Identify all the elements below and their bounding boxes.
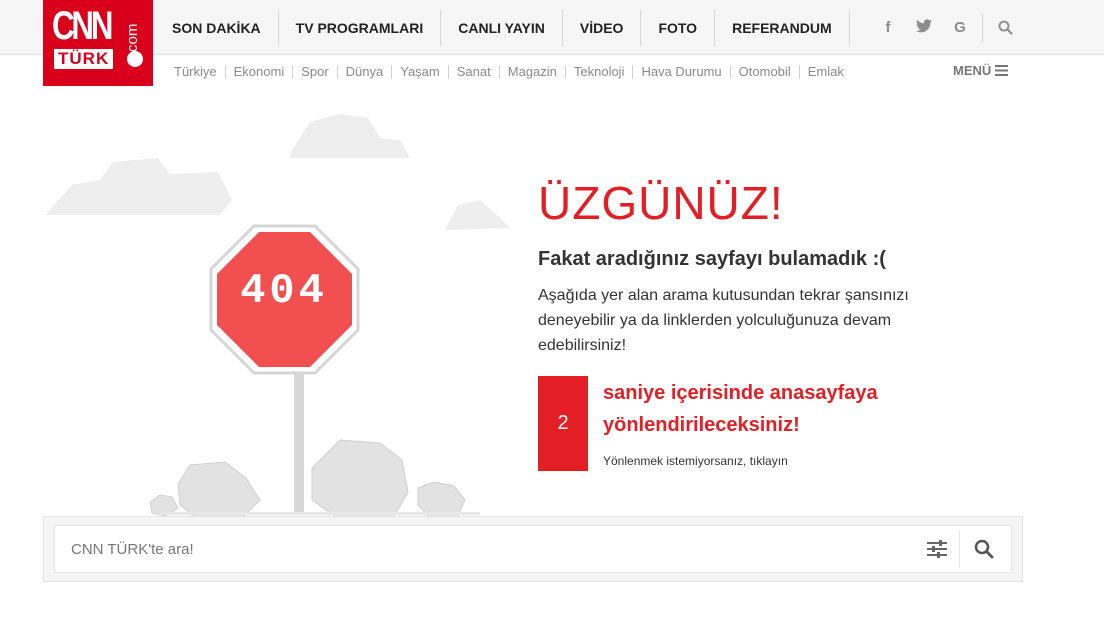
cnn-turk-logo[interactable]: CNN com TÜRK (43, 0, 153, 86)
redirect-text: saniye içerisinde anasayfaya yönlendiril… (603, 382, 878, 436)
search-divider (959, 530, 960, 568)
facebook-icon[interactable]: f (870, 19, 906, 36)
search-panel (43, 516, 1023, 582)
nav-item-foto[interactable]: FOTO (641, 9, 716, 46)
nav-item-video[interactable]: VİDEO (563, 9, 642, 46)
sliders-icon (927, 540, 947, 558)
logo-cnn-text: CNN (52, 4, 113, 48)
hamburger-icon (995, 65, 1009, 76)
social-divider (982, 12, 983, 43)
menu-button[interactable]: MENÜ (953, 63, 1009, 78)
header-search-icon[interactable] (987, 13, 1023, 43)
countdown-value: 2 (557, 412, 569, 434)
sub-nav-item-ekonomi[interactable]: Ekonomi (226, 65, 294, 79)
menu-label: MENÜ (953, 63, 992, 78)
social-links: f G (870, 0, 1023, 55)
sub-nav-item-turkiye[interactable]: Türkiye (166, 65, 226, 79)
page-title: ÜZGÜNÜZ! (538, 177, 784, 229)
logo-dot (127, 51, 143, 67)
sub-nav-item-dunya[interactable]: Dünya (338, 65, 393, 79)
404-illustration: 404 (45, 114, 510, 520)
google-icon[interactable]: G (942, 19, 978, 36)
sub-nav-item-magazin[interactable]: Magazin (500, 65, 566, 79)
sign-404-text: 404 (240, 267, 328, 315)
search-button[interactable] (967, 532, 1001, 566)
nav-item-tv-programlari[interactable]: TV PROGRAMLARI (279, 9, 442, 46)
sub-nav: Türkiye Ekonomi Spor Dünya Yaşam Sanat M… (166, 58, 852, 86)
cloud-shapes (45, 114, 510, 230)
search-box (54, 525, 1012, 573)
logo-com-text: com (124, 23, 141, 52)
twitter-icon[interactable] (906, 18, 942, 37)
page-subtitle: Fakat aradığınız sayfayı bulamadık :( (538, 248, 886, 270)
logo-turk-text: TÜRK (54, 49, 114, 69)
filter-settings-button[interactable] (921, 534, 953, 564)
nav-item-referandum[interactable]: REFERANDUM (715, 9, 850, 46)
page-description: Aşağıda yer alan arama kutusundan tekrar… (538, 287, 909, 354)
sub-nav-item-sanat[interactable]: Sanat (449, 65, 500, 79)
sub-nav-item-hava-durumu[interactable]: Hava Durumu (633, 65, 731, 79)
rock-shapes (149, 439, 466, 520)
cancel-redirect-link[interactable]: Yönlenmek istemiyorsanız, tıklayın (603, 454, 788, 468)
search-icon (974, 539, 994, 559)
nav-item-canli-yayin[interactable]: CANLI YAYIN (441, 9, 563, 46)
sub-nav-item-teknoloji[interactable]: Teknoloji (566, 65, 634, 79)
sub-nav-item-emlak[interactable]: Emlak (800, 65, 852, 79)
search-input[interactable] (71, 526, 911, 572)
sub-nav-item-yasam[interactable]: Yaşam (392, 65, 449, 79)
countdown-badge: 2 (538, 376, 588, 471)
sub-nav-item-spor[interactable]: Spor (293, 65, 338, 79)
main-nav: SON DAKİKA TV PROGRAMLARI CANLI YAYIN Vİ… (155, 0, 850, 55)
sub-nav-item-otomobil[interactable]: Otomobil (731, 65, 800, 79)
nav-item-son-dakika[interactable]: SON DAKİKA (155, 9, 279, 46)
